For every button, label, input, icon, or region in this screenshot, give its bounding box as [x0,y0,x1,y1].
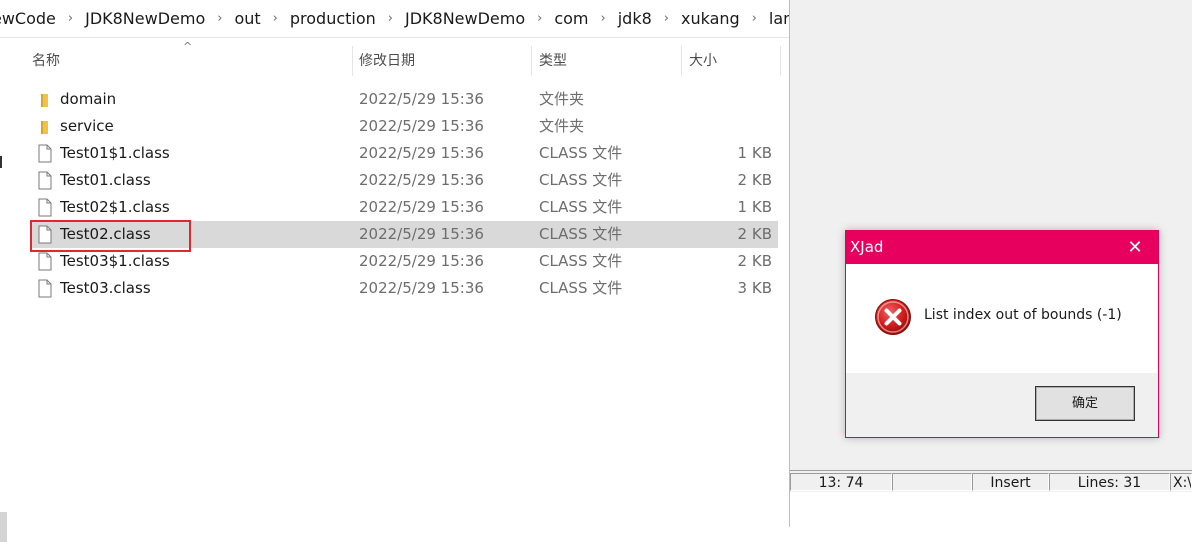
status-lines: Lines: 31 [1049,473,1170,491]
folder-icon [41,121,48,134]
file-icon [38,171,52,190]
status-position: 13: 74 [790,473,892,491]
breadcrumb-item[interactable]: com [550,9,592,28]
file-date: 2022/5/29 15:36 [359,117,484,135]
breadcrumb-separator-icon[interactable]: › [209,11,230,26]
file-name: service [60,117,114,135]
breadcrumb-separator-icon[interactable]: › [744,11,765,26]
dialog-body: List index out of bounds (-1) [846,264,1158,373]
file-name: Test03.class [60,279,151,297]
file-icon [38,198,52,217]
file-type: CLASS 文件 [539,252,623,270]
file-icon [38,279,52,298]
breadcrumb-item[interactable]: JDK8NewDemo [401,9,529,28]
file-date: 2022/5/29 15:36 [359,144,484,162]
file-type: CLASS 文件 [539,198,623,216]
desktop-background [790,492,1192,527]
file-row[interactable]: Test01.class 2022/5/29 15:36 CLASS 文件 2 KB [30,167,778,194]
file-size: 1 KB [737,198,772,216]
breadcrumb-item[interactable]: JDK8NewDemo [81,9,209,28]
file-size: 2 KB [737,171,772,189]
breadcrumb-separator-icon[interactable]: › [529,11,550,26]
breadcrumb-separator-icon[interactable]: › [60,11,81,26]
file-row[interactable]: domain 2022/5/29 15:36 文件夹 [30,86,778,113]
file-row[interactable]: Test02$1.class 2022/5/29 15:36 CLASS 文件 1 K… [30,194,778,221]
file-list: domain 2022/5/29 15:36 文件夹 service 2022/5/29… [30,86,778,302]
file-size: 3 KB [737,279,772,297]
file-size: 2 KB [737,252,772,270]
file-name: Test02$1.class [60,198,170,216]
file-explorer: ewCode›JDK8NewDemo›out›production›JDK8Ne… [0,0,789,542]
breadcrumb-item[interactable]: out [230,9,264,28]
file-date: 2022/5/29 15:36 [359,279,484,297]
file-type: 文件夹 [539,90,585,108]
column-headers: 名称 修改日期 类型 大小 [22,44,782,78]
file-type: CLASS 文件 [539,225,623,243]
file-icon [38,225,52,244]
breadcrumb-separator-icon[interactable]: › [380,11,401,26]
column-header-date[interactable]: 修改日期 [349,44,529,78]
file-date: 2022/5/29 15:36 [359,252,484,270]
column-divider[interactable] [780,46,781,76]
breadcrumb: ewCode›JDK8NewDemo›out›production›JDK8Ne… [0,0,789,38]
column-header-size[interactable]: 大小 [679,44,779,78]
dialog-footer: 确定 [846,373,1158,437]
close-icon[interactable]: ✕ [1112,231,1158,264]
file-date: 2022/5/29 15:36 [359,198,484,216]
file-name: Test03$1.class [60,252,170,270]
file-icon [38,252,52,271]
status-blank [892,473,972,491]
file-name: domain [60,90,117,108]
dialog-title: XJad [850,238,884,256]
column-header-name[interactable]: 名称 [22,44,352,78]
folder-icon [41,94,48,107]
file-date: 2022/5/29 15:36 [359,171,484,189]
error-icon [875,299,911,335]
column-header-type[interactable]: 类型 [529,44,679,78]
file-date: 2022/5/29 15:36 [359,90,484,108]
status-extra: X:\ [1170,473,1192,491]
breadcrumb-separator-icon[interactable]: › [593,11,614,26]
error-dialog: XJad ✕ List index out of bounds (-1) 确定 [845,230,1159,438]
pane-tick [0,156,2,168]
dialog-message: List index out of bounds (-1) [924,307,1122,323]
status-bar: 13: 74 Insert Lines: 31 X:\ [790,470,1192,493]
file-type: CLASS 文件 [539,171,623,189]
file-type: CLASS 文件 [539,279,623,297]
file-type: CLASS 文件 [539,144,623,162]
file-icon [38,144,52,163]
file-name: Test01.class [60,171,151,189]
file-name: Test02.class [60,225,151,243]
file-row[interactable]: Test01$1.class 2022/5/29 15:36 CLASS 文件 1 K… [30,140,778,167]
ok-button[interactable]: 确定 [1035,386,1135,421]
breadcrumb-item[interactable]: ewCode [0,9,60,28]
breadcrumb-separator-icon[interactable]: › [656,11,677,26]
scrollbar-thumb[interactable] [0,512,7,542]
breadcrumb-item[interactable]: xukang [677,9,744,28]
file-size: 2 KB [737,225,772,243]
file-row[interactable]: service 2022/5/29 15:36 文件夹 [30,113,778,140]
file-date: 2022/5/29 15:36 [359,225,484,243]
file-name: Test01$1.class [60,144,170,162]
breadcrumb-item[interactable]: lambda [765,9,789,28]
status-insert-mode: Insert [972,473,1049,491]
navigation-pane-edge [0,38,10,542]
file-row[interactable]: Test02.class 2022/5/29 15:36 CLASS 文件 2 KB [30,221,778,248]
file-row[interactable]: Test03.class 2022/5/29 15:36 CLASS 文件 3 KB [30,275,778,302]
file-type: 文件夹 [539,117,585,135]
file-size: 1 KB [737,144,772,162]
file-row[interactable]: Test03$1.class 2022/5/29 15:36 CLASS 文件 2 K… [30,248,778,275]
breadcrumb-item[interactable]: jdk8 [614,9,656,28]
breadcrumb-item[interactable]: production [286,9,380,28]
breadcrumb-separator-icon[interactable]: › [265,11,286,26]
dialog-titlebar[interactable]: XJad ✕ [846,231,1158,264]
